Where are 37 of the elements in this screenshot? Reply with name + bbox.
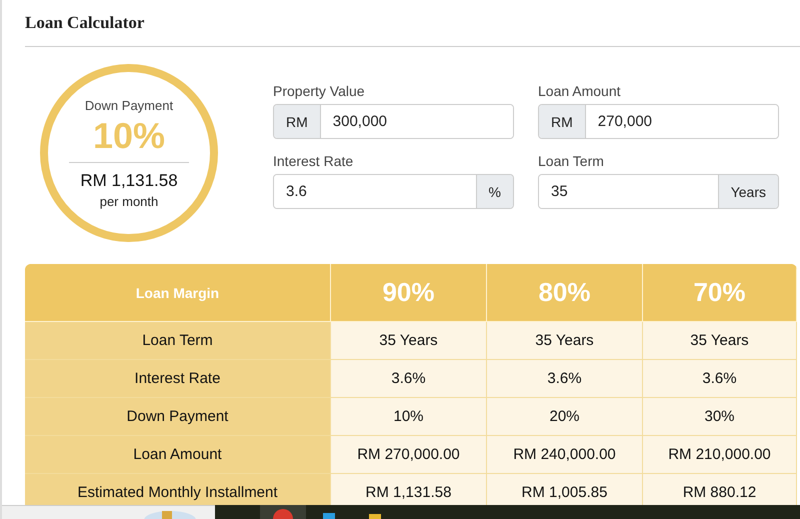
row-header: Interest Rate xyxy=(25,360,331,398)
input-group[interactable]: RM 270,000 xyxy=(538,104,779,139)
input-group[interactable]: RM 300,000 xyxy=(273,104,514,139)
period-label: per month xyxy=(100,194,158,208)
input-prefix: RM xyxy=(274,105,321,138)
column-header: 70% xyxy=(643,264,797,322)
input-prefix: RM xyxy=(539,105,586,138)
table-cell: 3.6% xyxy=(643,360,797,398)
row-header: Loan Term xyxy=(25,322,331,360)
field-label: Loan Amount xyxy=(538,83,622,99)
table-cell: 35 Years xyxy=(643,322,797,360)
section-title: Loan Calculator xyxy=(25,13,144,33)
table-cell: 3.6% xyxy=(331,360,487,398)
field-label: Loan Term xyxy=(538,153,605,169)
column-header: 80% xyxy=(487,264,643,322)
column-header: Loan Margin xyxy=(25,264,331,322)
monthly-amount: RM 1,131.58 xyxy=(80,170,178,190)
table-cell: 20% xyxy=(487,398,643,436)
input-suffix: % xyxy=(476,175,513,208)
table-cell: 10% xyxy=(331,398,487,436)
column-header: 90% xyxy=(331,264,487,322)
input-group[interactable]: 35 Years xyxy=(538,174,779,209)
table-cell: RM 210,000.00 xyxy=(643,436,797,474)
table-cell: 35 Years xyxy=(331,322,487,360)
row-header: Loan Amount xyxy=(25,436,331,474)
table-cell: 3.6% xyxy=(487,360,643,398)
input-suffix: Years xyxy=(718,175,778,208)
table-cell: RM 240,000.00 xyxy=(487,436,643,474)
field-label: Property Value xyxy=(273,83,366,99)
table-cell: 35 Years xyxy=(487,322,643,360)
input-group[interactable]: 3.6 % xyxy=(273,174,514,209)
row-header: Down Payment xyxy=(25,398,331,436)
table-cell: 30% xyxy=(643,398,797,436)
table-cell: RM 270,000.00 xyxy=(331,436,487,474)
down-payment-percent: 10% xyxy=(92,114,166,156)
summary-label: Down Payment xyxy=(84,98,174,112)
field-label: Interest Rate xyxy=(273,153,354,169)
